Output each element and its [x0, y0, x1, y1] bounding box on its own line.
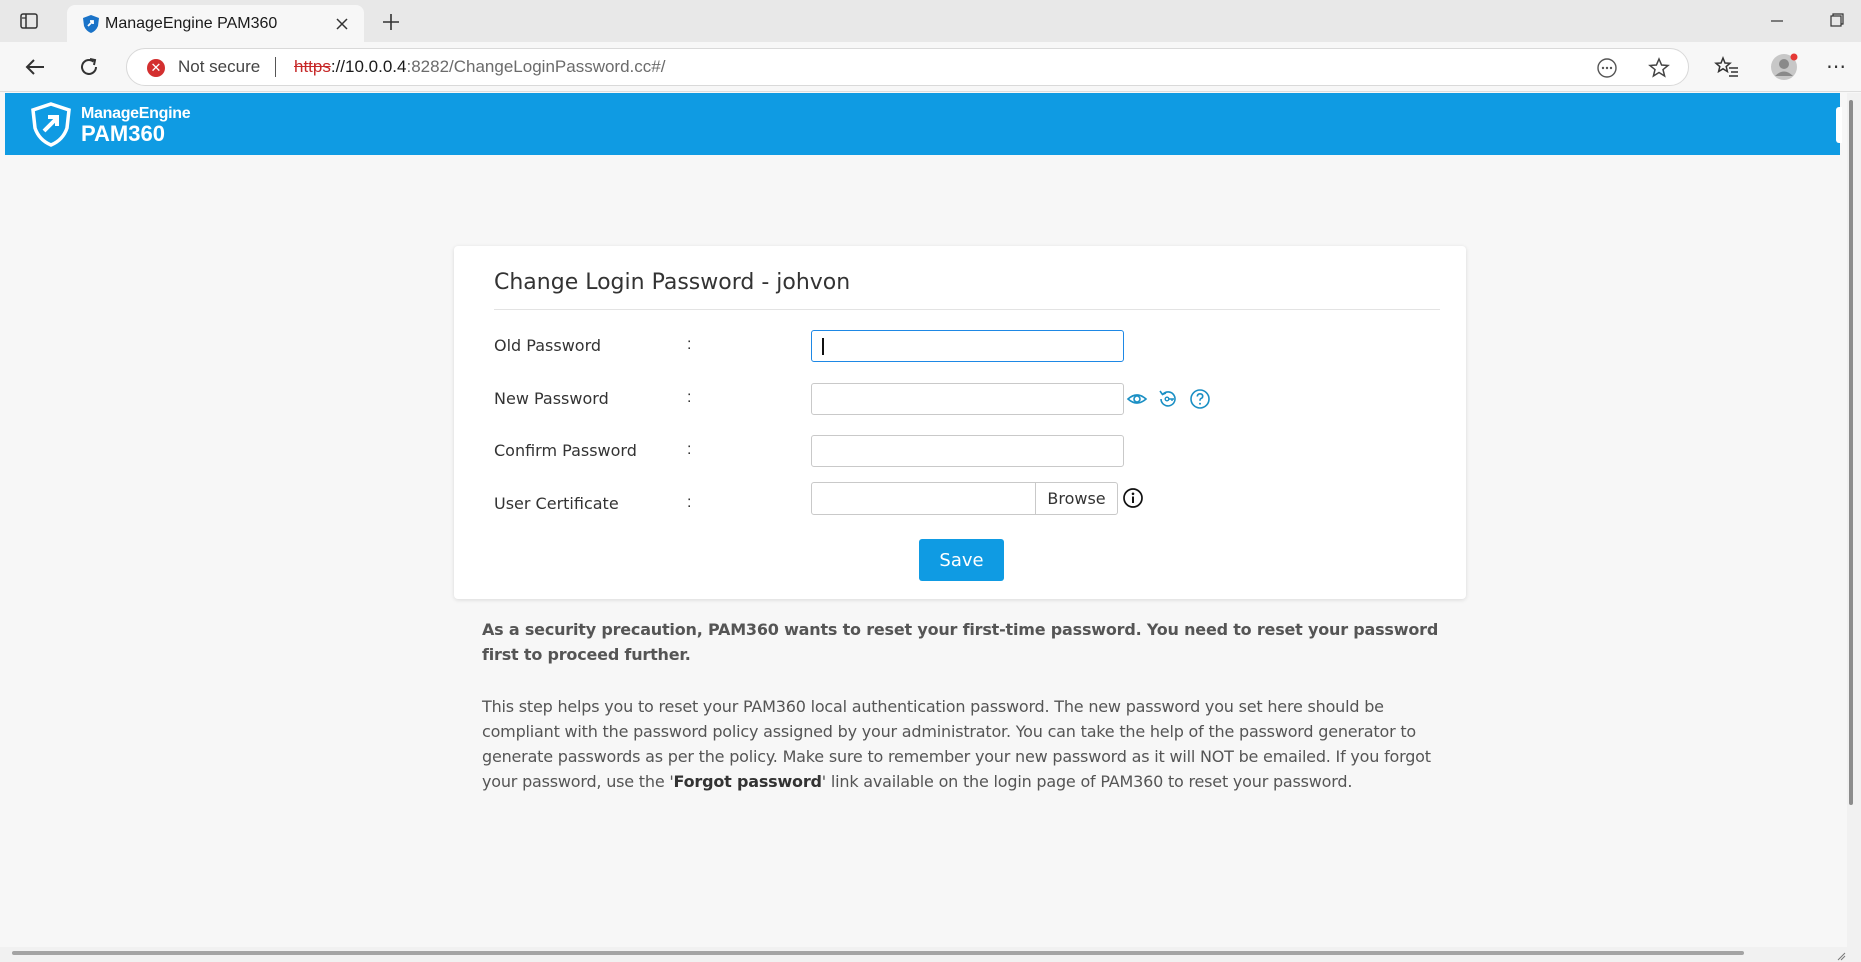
new-password-colon: :: [687, 389, 692, 406]
browser-tab-active[interactable]: ManageEngine PAM360: [67, 5, 364, 42]
more-options-circle-icon[interactable]: [1596, 57, 1618, 79]
product-name: PAM360: [81, 121, 165, 146]
user-certificate-label: User Certificate: [494, 494, 619, 513]
header-edge-tab[interactable]: [1836, 107, 1842, 143]
favorites-list-icon[interactable]: [1714, 54, 1740, 80]
help-question-icon[interactable]: [1189, 388, 1211, 410]
info-icon[interactable]: [1122, 487, 1144, 509]
profile-avatar-icon[interactable]: [1769, 52, 1799, 82]
old-password-colon: :: [687, 336, 692, 353]
tab-actions-icon[interactable]: [18, 10, 40, 32]
text-caret: [822, 338, 824, 355]
browser-toolbar: ✕ Not secure https://10.0.0.4:8282/Chang…: [0, 42, 1861, 92]
close-tab-icon[interactable]: [332, 14, 352, 34]
forgot-password-reference: Forgot password: [673, 772, 822, 791]
resize-corner-icon[interactable]: [1836, 948, 1846, 961]
new-tab-plus-icon[interactable]: [378, 9, 404, 35]
tab-title: ManageEngine PAM360: [105, 15, 278, 32]
change-password-card: Change Login Password - johvon Old Passw…: [454, 246, 1466, 599]
favorite-star-icon[interactable]: [1647, 56, 1671, 80]
not-secure-warning-icon[interactable]: ✕: [147, 59, 165, 77]
url-host: ://10.0.0.4: [330, 57, 407, 76]
url-scheme: https: [294, 57, 331, 76]
not-secure-label[interactable]: Not secure: [178, 49, 260, 85]
help-note-part2: ' link available on the login page of PA…: [821, 772, 1353, 791]
help-note: This step helps you to reset your PAM360…: [482, 694, 1442, 794]
url-text[interactable]: https://10.0.0.4:8282/ChangeLoginPasswor…: [294, 49, 665, 85]
back-arrow-icon[interactable]: [22, 54, 48, 80]
page-title: Change Login Password - johvon: [494, 270, 851, 295]
new-password-field[interactable]: [811, 383, 1124, 415]
address-bar[interactable]: ✕ Not secure https://10.0.0.4:8282/Chang…: [126, 48, 1689, 86]
horizontal-scrollbar-thumb[interactable]: [12, 951, 1744, 955]
pam360-favicon-icon: [81, 14, 101, 34]
confirm-password-field[interactable]: [811, 435, 1124, 467]
confirm-password-label: Confirm Password: [494, 441, 637, 460]
browser-menu-icon[interactable]: ⋯: [1826, 54, 1856, 80]
confirm-password-colon: :: [687, 441, 692, 458]
new-password-label: New Password: [494, 389, 609, 408]
window-minimize-icon[interactable]: [1764, 10, 1790, 32]
browse-button[interactable]: Browse: [1035, 482, 1118, 515]
vertical-scrollbar-thumb[interactable]: [1849, 100, 1853, 805]
browser-tab-strip: ManageEngine PAM360: [0, 0, 1861, 42]
title-divider: [494, 309, 1440, 310]
certificate-file-field[interactable]: [811, 482, 1036, 515]
password-generator-icon[interactable]: [1157, 388, 1179, 410]
security-precaution-note: As a security precaution, PAM360 wants t…: [482, 620, 1439, 664]
app-header: ManageEngine PAM360: [5, 93, 1840, 155]
pam360-shield-logo-icon: [29, 101, 73, 147]
save-button[interactable]: Save: [919, 539, 1004, 581]
old-password-label: Old Password: [494, 336, 602, 355]
address-separator: [275, 57, 276, 77]
window-restore-icon[interactable]: [1820, 10, 1846, 32]
user-certificate-colon: :: [687, 494, 692, 511]
reload-icon[interactable]: [76, 54, 102, 80]
old-password-field[interactable]: [811, 330, 1124, 362]
url-path: :8282/ChangeLoginPassword.cc#/: [406, 57, 666, 76]
show-password-eye-icon[interactable]: [1126, 388, 1148, 410]
